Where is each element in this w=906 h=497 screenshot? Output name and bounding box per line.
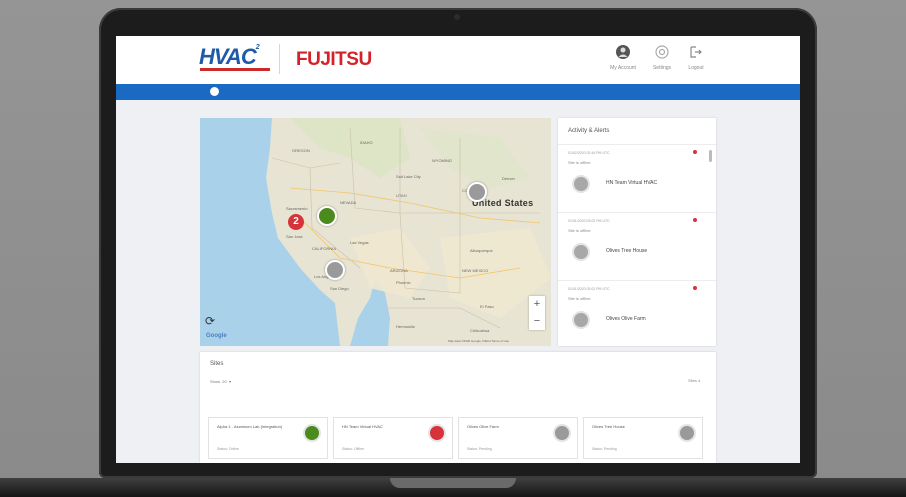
activity-time: 01/01/2020 03:02 PM UTC xyxy=(568,219,610,223)
activity-item[interactable]: 01/01/2020 03:02 PM UTC Site is offline … xyxy=(558,212,716,281)
map-label-oregon: OREGON xyxy=(292,148,310,153)
my-account-button[interactable]: My Account xyxy=(603,45,643,71)
nav-bar xyxy=(116,84,800,100)
hvac-alert-icon xyxy=(428,424,446,442)
site-card-name: HN Team Virtual HVAC xyxy=(342,424,383,429)
logout-button[interactable]: Logout xyxy=(676,45,716,71)
map-label-california: CALIFORNIA xyxy=(312,246,337,251)
map-attribution[interactable]: Map data ©2020 Google, INEGI Terms of Us… xyxy=(448,339,509,343)
map-label-san-diego: San Diego xyxy=(330,286,349,291)
fujitsu-logo: FUJITSU xyxy=(296,49,372,70)
laptop-notch xyxy=(390,478,516,488)
site-card[interactable]: Olives Tree House Status: Pending xyxy=(583,417,703,459)
activity-status: Site is offline xyxy=(568,296,591,301)
activity-site-name: Olives Tree House xyxy=(606,248,648,254)
site-card[interactable]: HN Team Virtual HVAC Status: Offline xyxy=(333,417,453,459)
map-label-arizona: ARIZONA xyxy=(390,268,408,273)
activity-status: Site is offline xyxy=(568,228,591,233)
map-label-idaho: IDAHO xyxy=(360,140,373,145)
site-pin-offline[interactable] xyxy=(467,182,487,202)
sites-page-size[interactable]: Show 20 ▾ xyxy=(210,379,231,384)
hvac-online-icon xyxy=(303,424,321,442)
chevron-down-icon: ▾ xyxy=(228,379,231,384)
zoom-out-button[interactable]: − xyxy=(529,313,545,330)
activity-time: 01/01/2020 03:02 PM UTC xyxy=(568,287,610,291)
logout-label: Logout xyxy=(688,65,704,71)
gear-icon xyxy=(655,45,669,59)
show-value: 20 xyxy=(222,379,227,384)
site-card[interactable]: Olives Olive Farm Status: Pending xyxy=(458,417,578,459)
map-label-albuquerque: Albuquerque xyxy=(470,248,493,253)
show-label: Show xyxy=(210,379,221,384)
sites-count: Sites 4 xyxy=(688,378,701,383)
site-card-name: Alpha 1 - Aluminum Lab (Integration) xyxy=(217,424,283,429)
hvac-unit-icon xyxy=(572,175,590,193)
app-screen: HVAC2 FUJITSU My Account Settings Logout xyxy=(116,36,800,463)
sites-title: Sites xyxy=(210,361,224,367)
activity-time: 01/02/2020 02:44 PM UTC xyxy=(568,151,610,155)
app-header: HVAC2 FUJITSU My Account Settings Logout xyxy=(116,36,800,84)
hvac-unit-icon xyxy=(572,311,590,329)
logo-divider xyxy=(279,44,280,74)
activity-site-name: Olives Olive Farm xyxy=(606,316,646,322)
my-account-label: My Account xyxy=(610,65,636,71)
zoom-in-button[interactable]: + xyxy=(529,296,545,313)
alert-dot-icon xyxy=(693,150,697,154)
map-label-salt-lake-city: Salt Lake City xyxy=(396,174,421,179)
zoom-control: + − xyxy=(529,296,545,330)
site-card-status: Status: Pending xyxy=(467,447,492,451)
globe-icon[interactable] xyxy=(210,87,219,96)
site-card-status: Status: Offline xyxy=(342,447,364,451)
site-pin-offline-2[interactable] xyxy=(325,260,345,280)
map-label-wyoming: WYOMING xyxy=(432,158,452,163)
site-pin-online[interactable] xyxy=(317,206,337,226)
map-label-utah: UTAH xyxy=(396,193,407,198)
google-logo: Google xyxy=(206,333,227,339)
hvac-offline-icon xyxy=(553,424,571,442)
site-card-name: Olives Olive Farm xyxy=(467,424,499,429)
activity-item[interactable]: 01/01/2020 03:02 PM UTC Site is offline … xyxy=(558,280,716,346)
sites-panel: Sites Show 20 ▾ Sites 4 Alpha 1 - Alumin… xyxy=(200,352,716,463)
camera-dot xyxy=(454,14,460,20)
map-terrain xyxy=(200,118,551,346)
hvac-unit-icon xyxy=(572,243,590,261)
hvac-logo-underline xyxy=(200,68,270,71)
site-cluster-marker[interactable]: 2 xyxy=(288,214,304,230)
map-label-nevada: NEVADA xyxy=(340,200,357,205)
map-label-sacramento: Sacramento xyxy=(286,206,308,211)
activity-status: Site is offline xyxy=(568,160,591,165)
site-card-status: Status: Online xyxy=(217,447,239,451)
map-label-tucson: Tucson xyxy=(412,296,425,301)
hvac-logo-text: HVAC xyxy=(199,44,257,69)
sites-map[interactable]: OREGON IDAHO WYOMING NEVADA UTAH COLORAD… xyxy=(200,118,551,346)
site-card[interactable]: Alpha 1 - Aluminum Lab (Integration) Sta… xyxy=(208,417,328,459)
map-label-new-mexico: NEW MEXICO xyxy=(462,268,489,273)
activity-title: Activity & Alerts xyxy=(568,128,610,134)
map-label-denver: Denver xyxy=(502,176,515,181)
map-label-san-jose: San Jose xyxy=(286,234,303,239)
activity-item[interactable]: 01/02/2020 02:44 PM UTC Site is offline … xyxy=(558,144,716,213)
map-label-phoenix: Phoenix xyxy=(396,280,411,285)
hvac-logo[interactable]: HVAC2 xyxy=(199,44,260,70)
alert-dot-icon xyxy=(693,286,697,290)
logout-icon xyxy=(690,46,702,58)
activity-panel: Activity & Alerts 01/02/2020 02:44 PM UT… xyxy=(558,118,716,346)
site-card-status: Status: Pending xyxy=(592,447,617,451)
refresh-icon[interactable]: ⟳ xyxy=(205,314,215,328)
map-label-hermosillo: Hermosillo xyxy=(396,324,415,329)
activity-site-name: HN Team Virtual HVAC xyxy=(606,180,658,186)
site-card-name: Olives Tree House xyxy=(592,424,625,429)
hvac-offline-icon xyxy=(678,424,696,442)
map-label-chihuahua: Chihuahua xyxy=(470,328,490,333)
map-label-las-vegas: Las Vegas xyxy=(350,240,369,245)
hvac-logo-sup: 2 xyxy=(255,44,260,51)
map-label-el-paso: El Paso xyxy=(480,304,494,309)
account-icon xyxy=(616,45,630,59)
alert-dot-icon xyxy=(693,218,697,222)
